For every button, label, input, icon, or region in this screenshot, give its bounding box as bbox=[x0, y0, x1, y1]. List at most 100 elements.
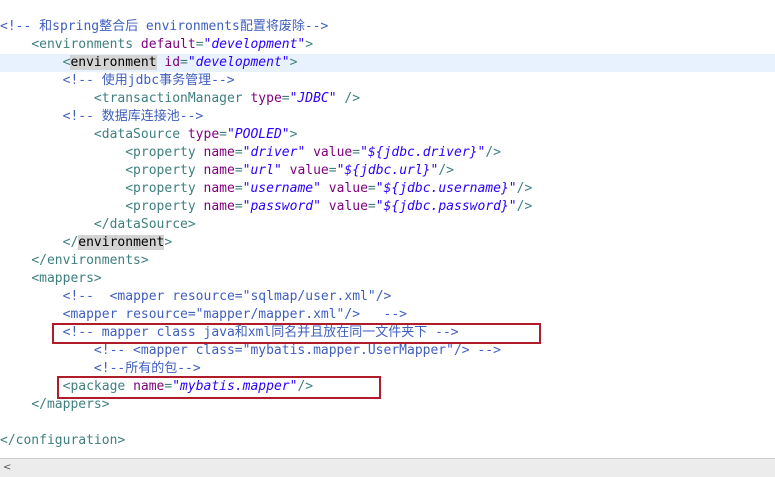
code-token-tag bbox=[305, 145, 313, 160]
code-line[interactable]: <property name="username" value="${jdbc.… bbox=[0, 180, 775, 198]
code-token-tag: = bbox=[328, 163, 337, 178]
code-line[interactable]: </dataSource> bbox=[0, 216, 775, 234]
code-token-cm: <!-- 数据库连接池--> bbox=[62, 109, 204, 124]
code-token-tag: = bbox=[234, 163, 243, 178]
code-line[interactable]: <!-- <mapper resource="sqlmap/user.xml"/… bbox=[0, 288, 775, 306]
code-line[interactable]: <environments default="development"> bbox=[0, 36, 775, 54]
code-line[interactable]: </environments> bbox=[0, 252, 775, 270]
code-token-val: "${jdbc.url}" bbox=[336, 163, 439, 178]
code-token-tag: </dataSource> bbox=[93, 217, 196, 232]
code-token-tag: = bbox=[234, 199, 243, 214]
code-token-attr: name bbox=[203, 163, 235, 178]
code-token-tag bbox=[321, 199, 329, 214]
code-token-tag: /> bbox=[336, 91, 361, 106]
code-line[interactable]: <environment id="development"> bbox=[0, 54, 775, 72]
code-token-cm: <!-- 和spring整合后 environments配置将废除--> bbox=[0, 19, 329, 34]
code-token-cm: <!--所有的包--> bbox=[93, 361, 201, 376]
code-token-cm: <!-- 使用jdbc事务管理--> bbox=[62, 73, 235, 88]
code-line[interactable]: <dataSource type="POOLED"> bbox=[0, 126, 775, 144]
code-token-tag: <property bbox=[125, 199, 204, 214]
code-line[interactable]: <!-- 和spring整合后 environments配置将废除--> bbox=[0, 18, 775, 36]
code-token-attr: name bbox=[203, 199, 235, 214]
code-token-val: "development" bbox=[203, 37, 306, 52]
code-token-tag: <mappers> bbox=[31, 271, 102, 286]
code-token-attr: name bbox=[203, 145, 235, 160]
code-token-attr: name bbox=[203, 181, 235, 196]
code-token-tag: /> bbox=[485, 145, 501, 160]
code-line[interactable]: </configuration> bbox=[0, 432, 775, 450]
code-token-val: "username" bbox=[242, 181, 321, 196]
code-token-val: "POOLED" bbox=[226, 127, 290, 142]
code-token-attr: id bbox=[164, 55, 181, 70]
code-token-val: "${jdbc.username}" bbox=[375, 181, 517, 196]
horizontal-scrollbar[interactable]: < bbox=[0, 458, 775, 477]
code-token-attr: default bbox=[140, 37, 196, 52]
code-line[interactable]: <property name="url" value="${jdbc.url}"… bbox=[0, 162, 775, 180]
code-token-tag: <property bbox=[125, 163, 204, 178]
code-token-tag: > bbox=[289, 55, 298, 70]
code-token-tag: > bbox=[289, 127, 298, 142]
code-token-tag: = bbox=[367, 199, 376, 214]
code-line[interactable]: </environment> bbox=[0, 234, 775, 252]
code-token-hl: environment bbox=[78, 235, 165, 250]
code-token-val: "driver" bbox=[242, 145, 306, 160]
code-token-tag: = bbox=[234, 145, 243, 160]
code-line[interactable]: <transactionManager type="JDBC" /> bbox=[0, 90, 775, 108]
code-token-val: "development" bbox=[187, 55, 290, 70]
code-line[interactable] bbox=[0, 414, 775, 432]
code-token-tag: </configuration> bbox=[0, 433, 126, 448]
code-token-val: "${jdbc.password}" bbox=[375, 199, 517, 214]
code-token-val: "password" bbox=[242, 199, 321, 214]
code-line[interactable]: <mapper resource="mapper/mapper.xml"/> -… bbox=[0, 306, 775, 324]
code-token-attr: value bbox=[328, 199, 368, 214]
code-token-cm: <mapper resource="mapper/mapper.xml"/> -… bbox=[62, 307, 407, 322]
code-token-tag: /> bbox=[516, 199, 533, 214]
code-token-tag: <property bbox=[125, 145, 204, 160]
code-line[interactable]: <mappers> bbox=[0, 270, 775, 288]
highlight-box-package bbox=[57, 376, 381, 399]
code-token-tag: = bbox=[352, 145, 361, 160]
code-token-tag: = bbox=[234, 181, 243, 196]
code-line[interactable]: <!-- 数据库连接池--> bbox=[0, 108, 775, 126]
highlight-box-mapper-comment bbox=[52, 323, 541, 344]
code-token-tag: /> bbox=[516, 181, 533, 196]
code-token-tag: <transactionManager bbox=[93, 91, 251, 106]
code-token-tag: = bbox=[219, 127, 227, 142]
code-line[interactable]: <property name="password" value="${jdbc.… bbox=[0, 198, 775, 216]
code-line[interactable]: <property name="driver" value="${jdbc.dr… bbox=[0, 144, 775, 162]
code-token-tag: = bbox=[180, 55, 188, 70]
code-token-hl: environment bbox=[70, 55, 157, 70]
code-token-tag: <environments bbox=[31, 37, 141, 52]
code-token-tag: <property bbox=[125, 181, 204, 196]
code-token-tag: = bbox=[195, 37, 204, 52]
code-token-val: "${jdbc.driver}" bbox=[360, 145, 486, 160]
code-token-tag: </mappers> bbox=[31, 397, 110, 412]
code-token-attr: value bbox=[313, 145, 353, 160]
code-line[interactable]: <!-- <mapper class="mybatis.mapper.UserM… bbox=[0, 342, 775, 360]
code-line[interactable]: <!-- 使用jdbc事务管理--> bbox=[0, 72, 775, 90]
code-token-tag: > bbox=[305, 37, 314, 52]
code-token-attr: value bbox=[328, 181, 368, 196]
chevron-left-icon[interactable]: < bbox=[3, 461, 15, 475]
code-token-attr: value bbox=[289, 163, 329, 178]
code-token-val: "JDBC" bbox=[289, 91, 337, 106]
code-token-cm: <!-- <mapper class="mybatis.mapper.UserM… bbox=[93, 343, 501, 358]
